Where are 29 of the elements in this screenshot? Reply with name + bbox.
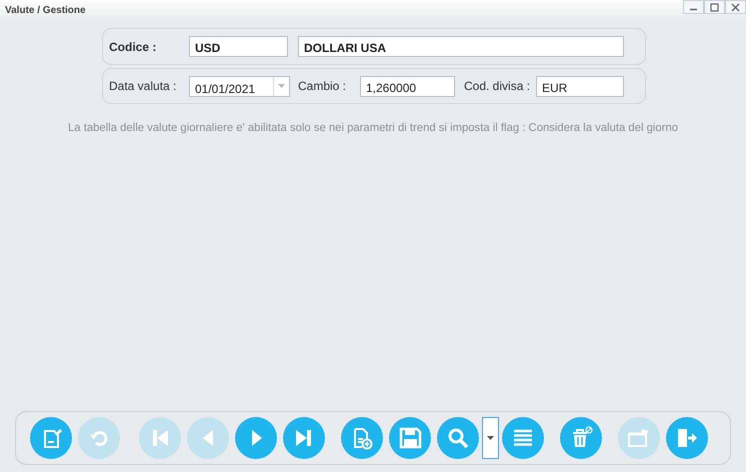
edit-button[interactable] — [30, 417, 72, 459]
delete-button[interactable] — [560, 417, 602, 459]
date-label: Data valuta : — [109, 78, 178, 95]
new-button[interactable] — [341, 417, 383, 459]
exit-button[interactable] — [666, 417, 708, 459]
code-label: Codice : — [109, 38, 158, 56]
dropdown-button[interactable] — [482, 417, 499, 459]
last-record-button[interactable] — [283, 417, 325, 459]
code-field[interactable]: USD — [189, 36, 288, 57]
maximize-button[interactable] — [704, 0, 725, 14]
description-field[interactable]: DOLLARI USA — [298, 36, 624, 57]
currency-label: Cod. divisa : — [464, 78, 532, 95]
date-picker[interactable]: 01/01/2021 — [189, 76, 290, 96]
close-button[interactable] — [725, 0, 746, 14]
currency-field[interactable]: EUR — [536, 76, 624, 96]
info-text: La tabella delle valute giornaliere e' abilitata solo se nei parametri di trend si imposta il flag : Considera la valuta del giorno — [66, 121, 680, 136]
list-button[interactable] — [502, 417, 544, 459]
save-button[interactable] — [389, 417, 431, 459]
maximize-icon — [710, 2, 719, 12]
rate-label: Cambio : — [298, 78, 348, 95]
minimize-icon — [689, 8, 698, 11]
save-icon — [397, 425, 423, 451]
rate-field[interactable]: 1,260000 — [360, 76, 455, 96]
next-button[interactable] — [235, 417, 277, 459]
window-title: Valute / Gestione — [5, 4, 86, 18]
search-button[interactable] — [437, 417, 479, 459]
close-icon — [731, 2, 740, 12]
minimize-button[interactable] — [683, 0, 704, 14]
caret-icon — [487, 436, 494, 440]
